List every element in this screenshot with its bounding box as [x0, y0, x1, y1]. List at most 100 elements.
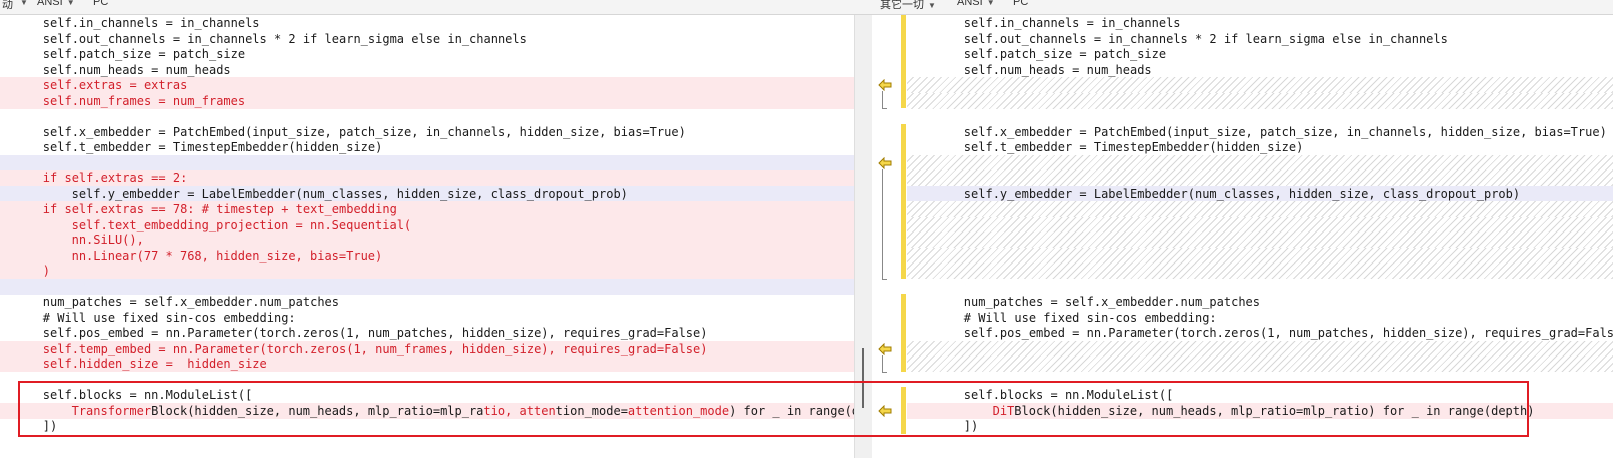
diff-range-bracket: [882, 168, 887, 280]
change-marker: [901, 92, 906, 108]
left-prefix-label: 动: [2, 0, 13, 11]
left-encoding-select[interactable]: ANSI ▼: [37, 0, 75, 8]
code-line: self.num_frames = num_frames: [0, 92, 854, 109]
code-text: self.pos_embed = nn.Parameter(torch.zero…: [963, 326, 1613, 340]
code-line: self.pos_embed = nn.Parameter(torch.zero…: [0, 325, 854, 341]
code-line: self.temp_embed = nn.Parameter(torch.zer…: [0, 340, 854, 357]
code-text: self.pos_embed = nn.Parameter(torch.zero…: [42, 326, 708, 340]
code-text: self.extras = extras: [42, 78, 188, 92]
code-segment: DiT: [992, 403, 1015, 418]
code-line: num_patches = self.x_embedder.num_patche…: [0, 294, 854, 310]
code-line: # Will use fixed sin-cos embedding:: [0, 310, 854, 326]
code-text: self.y_embedder = LabelEmbedder(num_clas…: [71, 186, 628, 201]
change-marker: [901, 356, 906, 372]
change-marker: [901, 154, 906, 170]
change-marker: [901, 30, 906, 46]
code-line: TransformerBlock(hidden_size, num_heads,…: [0, 402, 854, 419]
right-code-pane[interactable]: self.in_channels = in_channels self.out_c…: [907, 15, 1613, 458]
code-line: nn.SiLU(),: [0, 232, 854, 248]
code-line: self.t_embedder = TimestepEmbedder(hidde…: [0, 139, 854, 155]
code-text: nn.Linear(77 * 768, hidden_size, bias=Tr…: [71, 248, 383, 263]
code-text: self.blocks = nn.ModuleList([: [963, 388, 1174, 402]
code-line: [0, 154, 854, 171]
empty-diff-line: [907, 247, 1613, 264]
empty-diff-line: [907, 340, 1613, 357]
code-line: self.num_heads = num_heads: [907, 62, 1613, 78]
scrollbar-thumb[interactable]: [862, 348, 864, 408]
empty-diff-line: [907, 356, 1613, 372]
status-toolbar: 动 ▼ ANSI ▼ PC 其它一切 ▼ ANSI ▼ PC: [0, 0, 1613, 15]
code-text: self.out_channels = in_channels * 2 if l…: [963, 31, 1448, 46]
code-line: self.in_channels = in_channels: [0, 15, 854, 31]
code-text: self.text_embedding_projection = nn.Sequ…: [71, 217, 412, 232]
left-lineend-label: PC: [93, 0, 109, 8]
code-text: self.patch_size = patch_size: [963, 47, 1167, 61]
left-scrollbar[interactable]: [854, 15, 873, 458]
code-text: nn.SiLU(),: [71, 233, 144, 247]
code-text: self.in_channels = in_channels: [963, 16, 1181, 30]
chevron-down-icon[interactable]: ▼: [16, 0, 28, 8]
copy-to-left-arrow-icon[interactable]: [878, 156, 892, 169]
code-text: self.patch_size = patch_size: [42, 47, 246, 61]
code-line: ]): [907, 418, 1613, 434]
code-text: # Will use fixed sin-cos embedding:: [963, 310, 1217, 325]
change-marker: [901, 46, 906, 62]
code-text: # Will use fixed sin-cos embedding:: [42, 310, 296, 325]
code-line: self.patch_size = patch_size: [0, 46, 854, 62]
code-segment: Transformer: [71, 403, 152, 418]
empty-diff-line: [907, 170, 1613, 186]
code-segment: Block(hidden_size, num_heads, mlp_ratio=…: [1014, 403, 1535, 418]
code-text: DiTBlock(hidden_size, num_heads, mlp_rat…: [993, 403, 1535, 419]
change-marker: [901, 232, 906, 248]
code-line: self.blocks = nn.ModuleList([: [907, 387, 1613, 403]
code-text: self.t_embedder = TimestepEmbedder(hidde…: [42, 140, 383, 154]
change-marker: [901, 309, 906, 325]
code-line: self.x_embedder = PatchEmbed(input_size,…: [907, 124, 1613, 140]
right-lineend-label: PC: [1013, 0, 1029, 8]
code-segment: tio, atten: [483, 403, 556, 418]
code-line: self.patch_size = patch_size: [907, 46, 1613, 62]
diff-range-bracket: [882, 91, 887, 109]
code-text: self.blocks = nn.ModuleList([: [42, 388, 253, 402]
code-line: self.hidden_size = hidden_size: [0, 356, 854, 372]
change-marker: [901, 294, 906, 310]
copy-to-left-arrow-icon[interactable]: [878, 79, 892, 91]
code-line: self.out_channels = in_channels * 2 if l…: [0, 31, 854, 47]
copy-to-left-arrow-icon[interactable]: [878, 404, 892, 417]
change-marker: [901, 201, 906, 217]
left-code-pane[interactable]: self.in_channels = in_channels self.out_c…: [0, 15, 854, 458]
code-line: ]): [0, 418, 854, 434]
change-marker: [901, 139, 906, 155]
change-marker: [901, 387, 906, 403]
change-marker: [901, 216, 906, 232]
empty-diff-line: [907, 201, 1613, 217]
copy-to-left-arrow-icon[interactable]: [878, 342, 892, 355]
code-line: # Will use fixed sin-cos embedding:: [907, 310, 1613, 326]
code-text: ]): [42, 419, 58, 433]
code-text: self.x_embedder = PatchEmbed(input_size,…: [42, 124, 686, 139]
code-text: num_patches = self.x_embedder.num_patche…: [963, 295, 1261, 309]
code-line: self.text_embedding_projection = nn.Sequ…: [0, 216, 854, 233]
empty-diff-line: [907, 263, 1613, 279]
code-text: num_patches = self.x_embedder.num_patche…: [42, 295, 340, 309]
code-text: if self.extras == 2:: [42, 171, 188, 185]
change-marker: [901, 170, 906, 186]
code-line: self.in_channels = in_channels: [907, 15, 1613, 31]
code-line: num_patches = self.x_embedder.num_patche…: [907, 294, 1613, 310]
right-encoding-select[interactable]: ANSI ▼: [957, 0, 995, 8]
code-text: ): [42, 264, 51, 278]
code-line: DiTBlock(hidden_size, num_heads, mlp_rat…: [907, 402, 1613, 419]
empty-diff-line: [907, 92, 1613, 109]
change-marker: [901, 263, 906, 279]
code-line: self.y_embedder = LabelEmbedder(num_clas…: [0, 185, 854, 202]
code-line: self.y_embedder = LabelEmbedder(num_clas…: [907, 185, 1613, 202]
empty-diff-line: [907, 154, 1613, 171]
diff-range-bracket: [882, 354, 887, 373]
code-text: self.x_embedder = PatchEmbed(input_size,…: [963, 124, 1607, 139]
code-text: if self.extras == 78: # timestep + text_…: [42, 202, 397, 216]
change-marker: [901, 108, 906, 124]
right-prefix-select[interactable]: 其它一切 ▼: [880, 0, 936, 12]
code-text: self.t_embedder = TimestepEmbedder(hidde…: [963, 140, 1304, 154]
code-line: self.blocks = nn.ModuleList([: [0, 387, 854, 403]
